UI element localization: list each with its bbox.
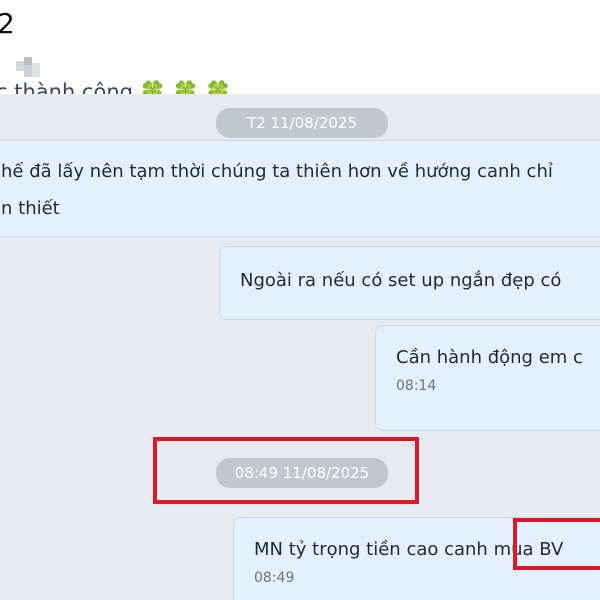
message-text-line: hế đã lấy nên tạm thời chúng ta thiên hơ… — [1, 161, 553, 182]
message-list[interactable]: T2 11/08/2025 hế đã lấy nên tạm thời chú… — [0, 94, 600, 600]
message-bubble[interactable]: hế đã lấy nên tạm thời chúng ta thiên hơ… — [0, 140, 600, 237]
message-text: Ngoài ra nếu có set up ngắn đẹp có — [240, 270, 562, 291]
message-timestamp: 08:49 — [254, 570, 295, 586]
blurred-avatar-icon[interactable] — [16, 57, 44, 79]
highlight-box-timestamp — [153, 437, 419, 504]
chat-title: 2 — [0, 7, 15, 40]
date-separator: T2 11/08/2025 — [216, 108, 388, 138]
message-timestamp: 08:14 — [396, 378, 437, 394]
message-text: Cần hành động em c — [396, 347, 583, 368]
chat-header: 2 c thành công 🍀 🍀 🍀 — [0, 0, 600, 94]
clover-icons: 🍀 🍀 🍀 — [139, 80, 232, 94]
clipped-message-text: c thành công — [0, 80, 133, 94]
highlight-box-text — [513, 518, 600, 570]
message-bubble[interactable]: Ngoài ra nếu có set up ngắn đẹp có — [219, 246, 600, 320]
clipped-previous-message: c thành công 🍀 🍀 🍀 — [0, 80, 231, 94]
message-text-line: n thiết — [1, 198, 60, 219]
message-bubble[interactable]: Cần hành động em c 08:14 — [375, 325, 600, 431]
